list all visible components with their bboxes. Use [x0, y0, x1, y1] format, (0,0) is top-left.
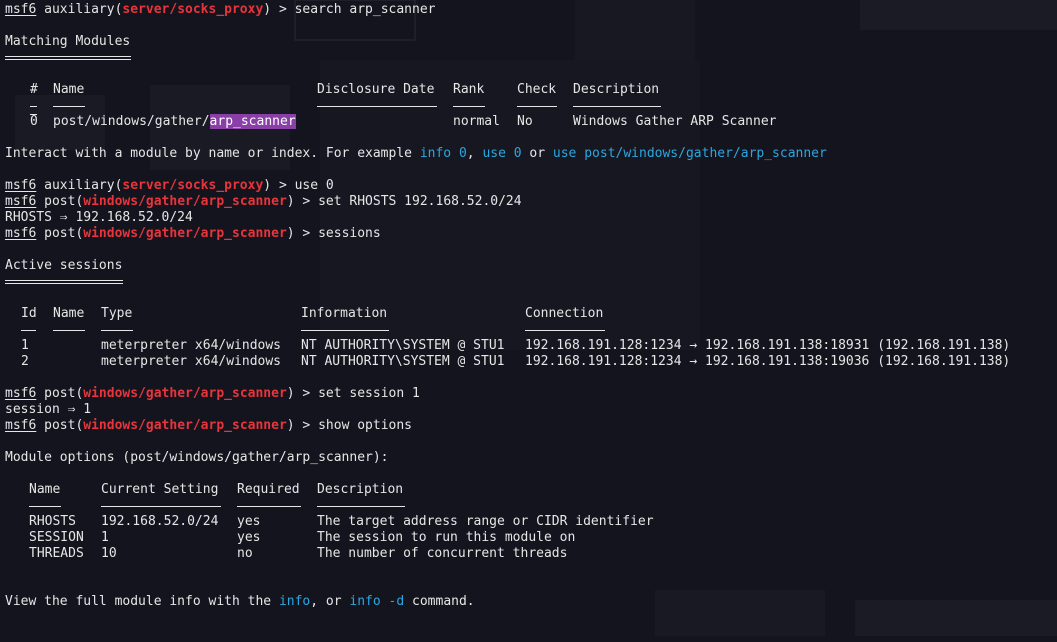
- prompt-line-search: msf6 auxiliary(server/socks_proxy) > sea…: [5, 2, 436, 17]
- interact-hint: Interact with a module by name or index.…: [5, 146, 827, 161]
- prompt-line-set-session: msf6 post(windows/gather/arp_scanner) > …: [5, 386, 420, 401]
- option-row-rhosts[interactable]: RHOSTS 192.168.52.0/24 yes The target ad…: [5, 514, 827, 530]
- output-session: session ⇒ 1: [5, 402, 92, 417]
- module-options-heading: Module options (post/windows/gather/arp_…: [5, 450, 389, 465]
- output-rhosts: RHOSTS ⇒ 192.168.52.0/24: [5, 210, 193, 225]
- matching-table-row[interactable]: 0 post/windows/gather/arp_scanner normal…: [5, 114, 827, 130]
- sessions-table-header: Id Name Type Information Connection: [21, 306, 604, 321]
- command-search: search arp_scanner: [294, 2, 436, 17]
- prompt-line-use: msf6 auxiliary(server/socks_proxy) > use…: [5, 178, 334, 193]
- matching-table-rule: [5, 98, 827, 115]
- options-table-header: Name Current Setting Required Descriptio…: [29, 482, 404, 497]
- terminal-output[interactable]: msf6 auxiliary(server/socks_proxy) > sea…: [5, 2, 1010, 610]
- sessions-table-rule: [5, 322, 827, 338]
- prompt-line-set-rhosts: msf6 post(windows/gather/arp_scanner) > …: [5, 194, 522, 209]
- prompt-line-sessions: msf6 post(windows/gather/arp_scanner) > …: [5, 226, 381, 241]
- options-table-rule: [5, 498, 827, 514]
- session-row-2[interactable]: 2 meterpreter x64/windows NT AUTHORITY\S…: [5, 354, 1010, 370]
- footer-hint: View the full module info with the info,…: [5, 594, 475, 609]
- active-sessions-heading: Active sessions: [5, 258, 123, 273]
- option-row-threads[interactable]: THREADS 10 no The number of concurrent t…: [5, 546, 827, 562]
- session-row-1[interactable]: 1 meterpreter x64/windows NT AUTHORITY\S…: [5, 338, 1010, 354]
- prompt-line-show-options: msf6 post(windows/gather/arp_scanner) > …: [5, 418, 413, 433]
- option-row-session[interactable]: SESSION 1 yes The session to run this mo…: [5, 530, 827, 546]
- matching-table-header: # Name Disclosure Date Rank Check Descri…: [30, 82, 660, 97]
- matching-modules-heading: Matching Modules: [5, 34, 131, 49]
